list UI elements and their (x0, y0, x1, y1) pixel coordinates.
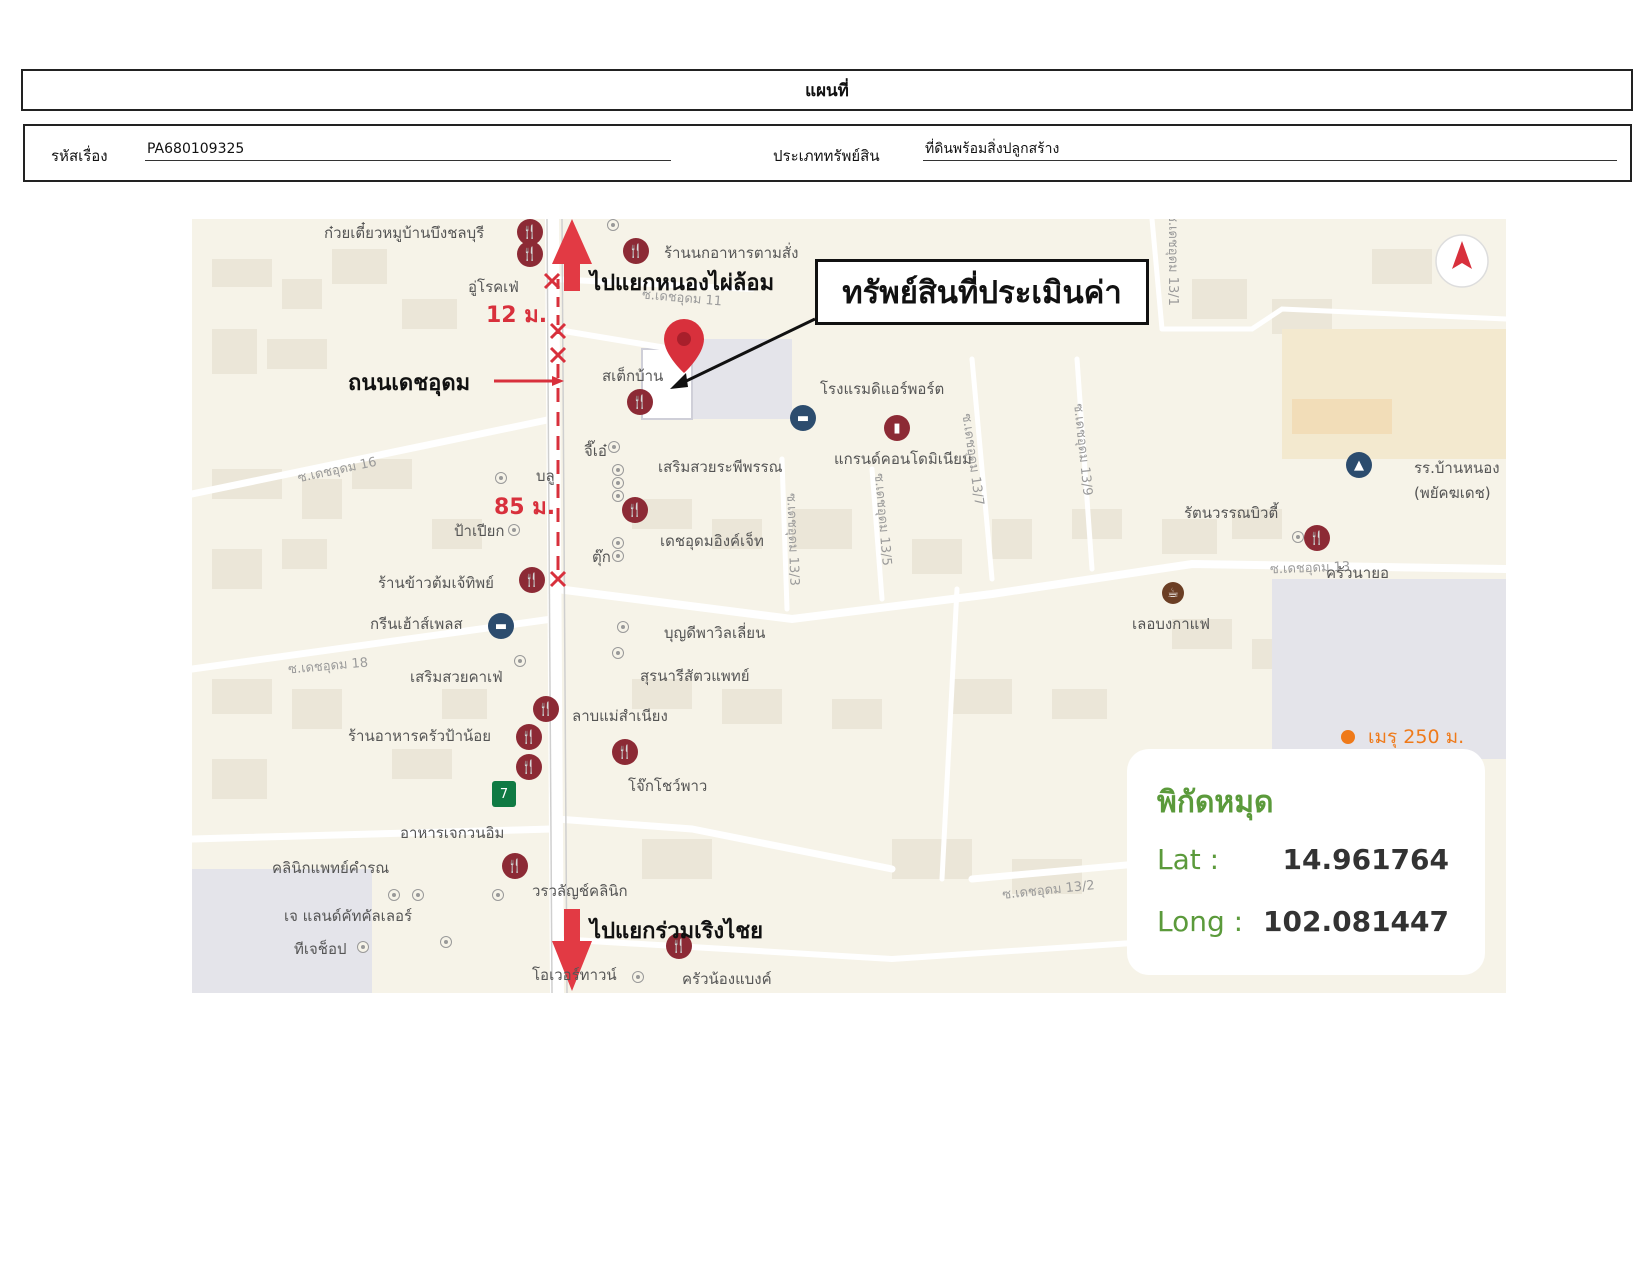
restaurant-icon: 🍴 (622, 497, 648, 523)
lat-label: Lat : (1157, 843, 1220, 876)
asset-type-label: ประเภททรัพย์สิน (773, 147, 880, 165)
place-label: ร้านนกอาหารตามสั่ง (664, 244, 799, 262)
long-value: 102.081447 (1263, 905, 1449, 938)
place-label: ก๋วยเตี๋ยวหมูบ้านบึงชลบุรี (324, 224, 485, 242)
direction-south-label: ไปแยกร่วมเริงไชย (590, 919, 764, 944)
lat-value: 14.961764 (1282, 843, 1450, 876)
place-dot-icon (1292, 531, 1304, 543)
case-label: รหัสเรื่อง (51, 147, 108, 165)
place-label: ทีเจช็อป (294, 940, 347, 958)
place-dot-icon (608, 441, 620, 453)
place-label: ลาบแม่สำเนียง (572, 707, 668, 725)
place-label: วรวลัญช์คลินิก (532, 882, 628, 900)
place-dot-icon (612, 477, 624, 489)
place-label: จี๊เอ๋ (584, 442, 607, 460)
place-dot-icon (508, 524, 520, 536)
place-label: สเต็กบ้าน (602, 367, 664, 385)
place-label: ครัวนายอ (1326, 564, 1389, 582)
place-dot-icon (388, 889, 400, 901)
place-label: (พยัคฆเดช) (1414, 484, 1491, 502)
place-dot-icon (357, 941, 369, 953)
place-label: โจ๊กโชว์พาว (628, 777, 708, 795)
place-dot-icon (612, 550, 624, 562)
place-dot-icon (612, 464, 624, 476)
crematorium-distance-label: เมรุ 250 ม. (1368, 726, 1465, 748)
place-label: เลอบงกาแฟ (1132, 615, 1210, 633)
place-label: รร.บ้านหนอง (1414, 459, 1500, 477)
place-dot-icon (607, 219, 619, 231)
place-dot-icon (617, 621, 629, 633)
road-label: ซ.เดชอุดม 13/1 (1164, 219, 1180, 306)
restaurant-icon: 🍴 (623, 238, 649, 264)
place-label: เจ แลนด์คัทคัลเลอร์ (284, 907, 413, 925)
hotel-icon: ▬ (488, 613, 514, 639)
road-label: ซ.เดชอุดม 13/3 (783, 492, 802, 587)
hotel-icon: ▬ (790, 405, 816, 431)
place-label: บลู (536, 467, 555, 485)
long-label: Long : (1157, 905, 1244, 938)
place-dot-icon (612, 647, 624, 659)
place-label: โรงแรมดิแอร์พอร์ต (820, 380, 945, 398)
place-label: แกรนด์คอนโดมิเนียม (834, 450, 972, 468)
place-label: บุญดีพาวิลเลี่ยน (664, 624, 766, 642)
restaurant-icon: 🍴 (612, 739, 638, 765)
place-label: คลินิกแพทย์คำรณ (272, 859, 390, 877)
convenience-store-icon: 7 (492, 781, 516, 807)
place-dot-icon (612, 490, 624, 502)
place-label: ตุ๊ก (592, 548, 611, 566)
location-map: ซ.เดชอุดม 11 ซ.เดชอุดม 16 ซ.เดชอุดม 18 ซ… (192, 219, 1506, 993)
main-road-label: ถนนเดชอุดม (348, 371, 471, 396)
restaurant-icon: 🍴 (1304, 525, 1330, 551)
distance-label-top: 12 ม. (486, 303, 548, 328)
place-label: เสริมสวยระพีพรรณ (658, 458, 783, 476)
place-label: เสริมสวยคาเฟ่ (410, 668, 503, 686)
place-label: ร้านอาหารครัวป้าน้อย (348, 727, 492, 745)
restaurant-icon: 🍴 (516, 754, 542, 780)
place-dot-icon (514, 655, 526, 667)
place-dot-icon (440, 936, 452, 948)
place-dot-icon (412, 889, 424, 901)
place-label: เดชอุดมอิงค์เจ็ท (660, 532, 764, 550)
place-dot-icon (492, 889, 504, 901)
place-label: อู่โรคเฟ่ (468, 278, 519, 296)
place-dot-icon (495, 472, 507, 484)
place-label: สุรนารีสัตวแพทย์ (640, 667, 750, 685)
place-label: ครัวน้องแบงค์ (682, 970, 772, 988)
direction-north-label: ไปแยกหนองไผ่ล้อม (590, 271, 775, 296)
asset-type-value: ที่ดินพร้อมสิ่งปลูกสร้าง (923, 138, 1617, 161)
school-icon: ▲ (1346, 452, 1372, 478)
place-label: กรีนเฮ้าส์เพลส (370, 615, 463, 633)
restaurant-icon: 🍴 (502, 853, 528, 879)
restaurant-icon: 🍴 (627, 389, 653, 415)
place-dot-icon (632, 971, 644, 983)
restaurant-icon: 🍴 (533, 696, 559, 722)
info-row: รหัสเรื่อง PA680109325 ประเภททรัพย์สิน ท… (23, 124, 1632, 182)
coordinates-title: พิกัดหมุด (1157, 785, 1274, 820)
restaurant-icon: 🍴 (516, 724, 542, 750)
restaurant-icon: 🍴 (519, 567, 545, 593)
page-title: แผนที่ (21, 69, 1633, 111)
assessed-property-callout: ทรัพย์สินที่ประเมินค่า (815, 259, 1149, 325)
place-label: ร้านข้าวต้มเจ้ทิพย์ (378, 574, 494, 592)
shop-icon: ▮ (884, 415, 910, 441)
distance-label-mid: 85 ม. (494, 495, 556, 520)
restaurant-icon: 🍴 (517, 241, 543, 267)
place-label: โอเวอร์ทาวน์ (532, 966, 617, 984)
case-value: PA680109325 (145, 138, 671, 161)
place-label: รัตนวรรณบิวตี้ (1184, 504, 1279, 522)
coordinates-card: พิกัดหมุด Lat : 14.961764 Long : 102.081… (1127, 749, 1485, 975)
place-label: อาหารเจกวนอิม (400, 824, 505, 842)
place-dot-icon (612, 537, 624, 549)
cafe-icon: ☕ (1162, 582, 1184, 604)
